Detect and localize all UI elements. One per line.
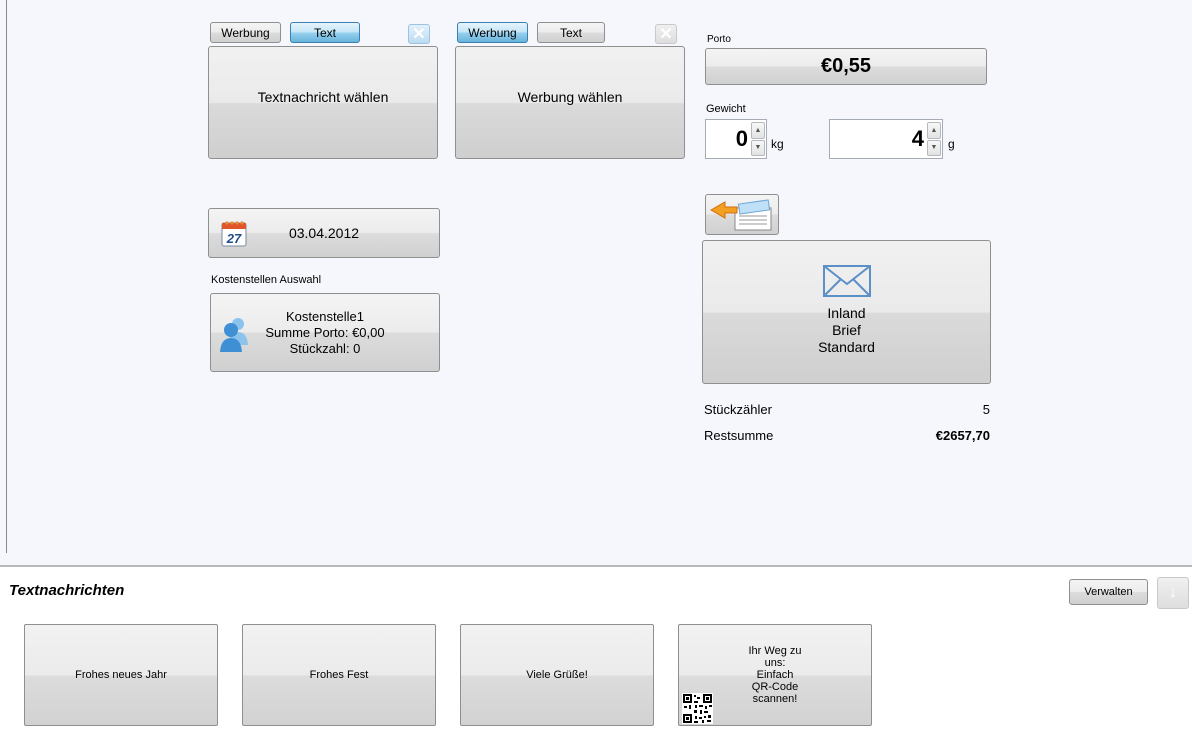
calendar-icon: 27 [221, 219, 247, 247]
piece-counter-label: Stückzähler [704, 402, 772, 417]
message-label: Frohes Fest [309, 669, 369, 681]
porto-value: €0,55 [820, 55, 872, 77]
user-icon [219, 315, 249, 353]
cost-center-heading: Kostenstellen Auswahl [211, 274, 322, 286]
arrow-down-icon[interactable]: ↓ [1157, 577, 1189, 609]
kg-input[interactable]: 0 ▲ ▼ [705, 119, 767, 159]
g-down-icon[interactable]: ▼ [927, 139, 941, 156]
choose-text-message-label: Textnachricht wählen [257, 88, 389, 105]
manage-button[interactable]: Verwalten [1069, 579, 1148, 605]
cost-center-name: Kostenstelle1 [285, 308, 365, 324]
message-line: scannen! [752, 693, 798, 705]
g-input[interactable]: 4 ▲ ▼ [829, 119, 943, 159]
product-line2: Brief [832, 321, 861, 338]
product-line1: Inland [827, 304, 866, 321]
cost-center-count: Stückzahl: 0 [289, 340, 361, 356]
letter-preview-button[interactable] [705, 194, 779, 235]
message-line: Einfach [756, 669, 794, 681]
kg-value: 0 [735, 126, 748, 151]
message-line: uns: [764, 657, 786, 669]
envelope-icon [822, 264, 871, 297]
rest-sum-value: €2657,70 [935, 428, 990, 443]
clear-right-icon[interactable]: ✕ [655, 24, 677, 44]
choose-advertising-button[interactable]: Werbung wählen [455, 46, 685, 159]
message-label: Frohes neues Jahr [75, 669, 167, 681]
message-line: Ihr Weg zu [748, 645, 802, 657]
date-button[interactable]: 27 03.04.2012 [208, 208, 440, 258]
g-up-icon[interactable]: ▲ [927, 122, 941, 139]
message-button-3[interactable]: Viele Grüße! [460, 624, 654, 726]
kg-down-icon[interactable]: ▼ [751, 139, 765, 156]
message-line: QR-Code [751, 681, 799, 693]
text-toggle-right[interactable]: Text [537, 22, 605, 43]
qr-code-icon [682, 693, 713, 724]
werbung-toggle-right[interactable]: Werbung [457, 22, 528, 43]
kg-unit: kg [771, 137, 784, 151]
message-label: Viele Grüße! [526, 669, 588, 681]
cost-center-porto: Summe Porto: €0,00 [265, 324, 385, 340]
left-divider [6, 0, 7, 553]
g-value: 4 [911, 126, 924, 151]
cost-center-button[interactable]: Kostenstelle1 Summe Porto: €0,00 Stückza… [210, 293, 440, 372]
kg-up-icon[interactable]: ▲ [751, 122, 765, 139]
message-button-2[interactable]: Frohes Fest [242, 624, 436, 726]
panel-title: Textnachrichten [9, 582, 125, 599]
g-spinner[interactable]: ▲ ▼ [927, 122, 941, 156]
kg-spinner[interactable]: ▲ ▼ [751, 122, 765, 156]
product-line3: Standard [818, 338, 875, 355]
werbung-toggle-left[interactable]: Werbung [210, 22, 281, 43]
g-unit: g [948, 137, 955, 151]
choose-text-message-button[interactable]: Textnachricht wählen [208, 46, 438, 159]
porto-label: Porto [707, 34, 731, 45]
date-value: 03.04.2012 [288, 225, 360, 241]
weight-label: Gewicht [706, 103, 746, 115]
letter-feed-icon [709, 198, 772, 230]
message-button-1[interactable]: Frohes neues Jahr [24, 624, 218, 726]
calendar-day: 27 [226, 231, 242, 246]
text-messages-panel: Textnachrichten Verwalten ↓ Frohes neues… [0, 565, 1192, 740]
choose-advertising-label: Werbung wählen [517, 88, 623, 105]
message-button-4[interactable]: Ihr Weg zu uns: Einfach QR-Code scannen! [678, 624, 872, 726]
rest-sum-label: Restsumme [704, 428, 774, 443]
porto-display: €0,55 [705, 48, 987, 85]
clear-left-icon[interactable]: ✕ [408, 24, 430, 44]
product-button[interactable]: Inland Brief Standard [702, 240, 991, 384]
text-toggle-left[interactable]: Text [290, 22, 360, 43]
piece-counter-value: 5 [982, 402, 990, 417]
